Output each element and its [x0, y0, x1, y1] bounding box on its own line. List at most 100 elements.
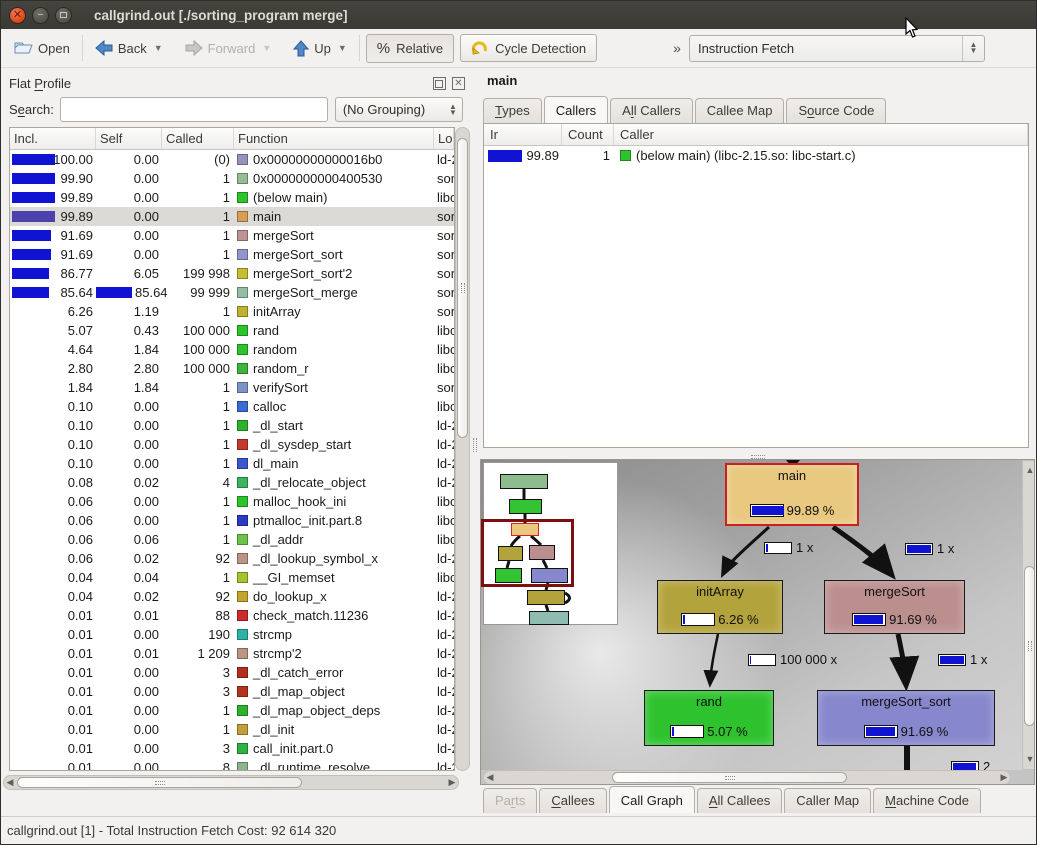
table-row[interactable]: 86.776.05199 998mergeSort_sort'2sor: [10, 264, 454, 283]
graph-node-mergesort[interactable]: mergeSort91.69 %: [824, 580, 965, 634]
table-row[interactable]: 0.010.001_dl_initld-2: [10, 720, 454, 739]
table-row[interactable]: 0.100.001dl_mainld-2: [10, 454, 454, 473]
table-row[interactable]: 0.080.024_dl_relocate_objectld-2: [10, 473, 454, 492]
table-row[interactable]: 0.010.011 209strcmp'2ld-2: [10, 644, 454, 663]
relative-toggle-button[interactable]: % Relative: [366, 34, 454, 63]
forward-dropdown-icon[interactable]: ▼: [262, 43, 271, 53]
table-row[interactable]: 0.100.001calloclibc: [10, 397, 454, 416]
callers-table: IrCountCaller 99.891(below main) (libc-2…: [483, 123, 1029, 448]
tab-callers[interactable]: Callers: [544, 96, 608, 123]
up-dropdown-icon[interactable]: ▼: [338, 43, 347, 53]
function-color-icon: [237, 553, 248, 564]
table-row[interactable]: 0.100.001_dl_startld-2: [10, 416, 454, 435]
table-row[interactable]: 99.890.001mainsor: [10, 207, 454, 226]
column-header[interactable]: Ir: [484, 124, 562, 145]
maximize-button[interactable]: [55, 7, 72, 24]
graph-node-mergesort_sort[interactable]: mergeSort_sort91.69 %: [817, 690, 995, 746]
table-row[interactable]: 0.060.061_dl_addrlibc: [10, 530, 454, 549]
tab-caller-map[interactable]: Caller Map: [784, 788, 871, 813]
table-row[interactable]: 6.261.191initArraysor: [10, 302, 454, 321]
table-row[interactable]: 0.100.001_dl_sysdep_startld-2: [10, 435, 454, 454]
tab-machine-code[interactable]: Machine Code: [873, 788, 981, 813]
table-row[interactable]: 2.802.80100 000random_rlibc: [10, 359, 454, 378]
vertical-splitter[interactable]: [471, 68, 479, 816]
table-row[interactable]: 0.010.0188check_match.11236ld-2: [10, 606, 454, 625]
table-header[interactable]: Incl.SelfCalledFunctionLoc: [10, 128, 454, 150]
table-row[interactable]: 0.010.003_dl_map_objectld-2: [10, 682, 454, 701]
table-row[interactable]: 0.040.0292do_lookup_xld-2: [10, 587, 454, 606]
function-color-icon: [237, 287, 248, 298]
tab-parts[interactable]: Parts: [483, 788, 537, 813]
callers-table-header[interactable]: IrCountCaller: [484, 124, 1028, 146]
table-row[interactable]: 0.060.001malloc_hook_inilibc: [10, 492, 454, 511]
tab-callees[interactable]: Callees: [539, 788, 606, 813]
column-header[interactable]: Function: [234, 128, 434, 149]
column-header[interactable]: Loc: [434, 128, 454, 149]
graph-node-main[interactable]: main99.89 %: [725, 463, 859, 526]
table-row[interactable]: 4.641.84100 000randomlibc: [10, 340, 454, 359]
table-row[interactable]: 99.890.001(below main)libc: [10, 188, 454, 207]
graph-node-rand[interactable]: rand5.07 %: [644, 690, 774, 746]
search-input[interactable]: [60, 97, 328, 122]
function-color-icon: [237, 173, 248, 184]
back-dropdown-icon[interactable]: ▼: [154, 43, 163, 53]
table-row[interactable]: 0.010.00190strcmpld-2: [10, 625, 454, 644]
edge-call-count-label: 1 x: [938, 652, 987, 667]
table-row[interactable]: 0.040.041__GI_memsetlibc: [10, 568, 454, 587]
up-button[interactable]: Up ▼: [287, 36, 353, 61]
table-row[interactable]: 91.690.001mergeSort_sortsor: [10, 245, 454, 264]
table-row[interactable]: 0.010.003call_init.part.0ld-2: [10, 739, 454, 758]
function-color-icon: [237, 629, 248, 640]
table-row[interactable]: 91.690.001mergeSortsor: [10, 226, 454, 245]
table-row[interactable]: 0.010.001_dl_map_object_depsld-2: [10, 701, 454, 720]
tab-source-code[interactable]: Source Code: [786, 98, 886, 123]
minimap-node: [527, 590, 565, 605]
toolbar-overflow-button[interactable]: »: [673, 40, 681, 56]
event-type-combobox[interactable]: Instruction Fetch ▲▼: [689, 35, 985, 62]
table-row[interactable]: 5.070.43100 000randlibc: [10, 321, 454, 340]
minimize-button[interactable]: −: [32, 7, 49, 24]
function-color-icon: [237, 401, 248, 412]
table-row[interactable]: 0.010.003_dl_catch_errorld-2: [10, 663, 454, 682]
tab-callee-map[interactable]: Callee Map: [695, 98, 785, 123]
cycle-detection-button[interactable]: Cycle Detection: [460, 34, 597, 62]
flat-profile-table: Incl.SelfCalledFunctionLoc 100.000.00(0)…: [9, 127, 455, 771]
tab-types[interactable]: Types: [483, 98, 542, 123]
combobox-spinner-icon[interactable]: ▲▼: [962, 36, 984, 61]
column-header[interactable]: Caller: [614, 124, 1028, 145]
column-header[interactable]: Incl.: [10, 128, 96, 149]
flat-profile-vscrollbar[interactable]: [455, 127, 470, 771]
table-row[interactable]: 1.841.841verifySortsor: [10, 378, 454, 397]
table-row[interactable]: 85.6485.6499 999mergeSort_mergesor: [10, 283, 454, 302]
table-row[interactable]: 0.010.008_dl_runtime_resolveld-2: [10, 758, 454, 770]
caller-row[interactable]: 99.891(below main) (libc-2.15.so: libc-s…: [484, 146, 1028, 166]
graph-vscrollbar[interactable]: ▲ ▼: [1022, 460, 1035, 770]
table-row[interactable]: 99.900.0010x0000000000400530sor: [10, 169, 454, 188]
column-header[interactable]: Called: [162, 128, 234, 149]
close-button[interactable]: ✕: [9, 7, 26, 24]
table-row[interactable]: 0.060.0292_dl_lookup_symbol_xld-2: [10, 549, 454, 568]
grouping-combobox[interactable]: (No Grouping) ▲▼: [335, 97, 463, 122]
minimap-node: [529, 611, 569, 625]
function-color-icon: [237, 610, 248, 621]
open-button[interactable]: Open: [7, 35, 76, 61]
table-row[interactable]: 100.000.00(0)0x00000000000016b0ld-2: [10, 150, 454, 169]
column-header[interactable]: Count: [562, 124, 614, 145]
call-graph-minimap[interactable]: [483, 462, 618, 625]
dock-float-icon[interactable]: [433, 77, 446, 90]
back-button[interactable]: Back ▼: [89, 36, 169, 60]
graph-hscrollbar[interactable]: ◀ ▶: [483, 770, 1011, 785]
graph-node-initarray[interactable]: initArray6.26 %: [657, 580, 783, 634]
call-graph-canvas[interactable]: main99.89 % initArray6.26 % mergeSort91.69…: [481, 460, 1023, 770]
tab-call-graph[interactable]: Call Graph: [609, 786, 695, 813]
function-color-icon: [237, 705, 248, 716]
selected-function-title: main: [487, 73, 517, 88]
minimap-viewport[interactable]: [481, 519, 574, 587]
flat-profile-hscrollbar[interactable]: ◀ ▶: [3, 775, 459, 790]
tab-all-callees[interactable]: All Callees: [697, 788, 782, 813]
forward-button[interactable]: Forward ▼: [179, 36, 278, 60]
tab-all-callers[interactable]: All Callers: [610, 98, 693, 123]
table-row[interactable]: 0.060.001ptmalloc_init.part.8libc: [10, 511, 454, 530]
dock-close-icon[interactable]: ✕: [452, 77, 465, 90]
column-header[interactable]: Self: [96, 128, 162, 149]
